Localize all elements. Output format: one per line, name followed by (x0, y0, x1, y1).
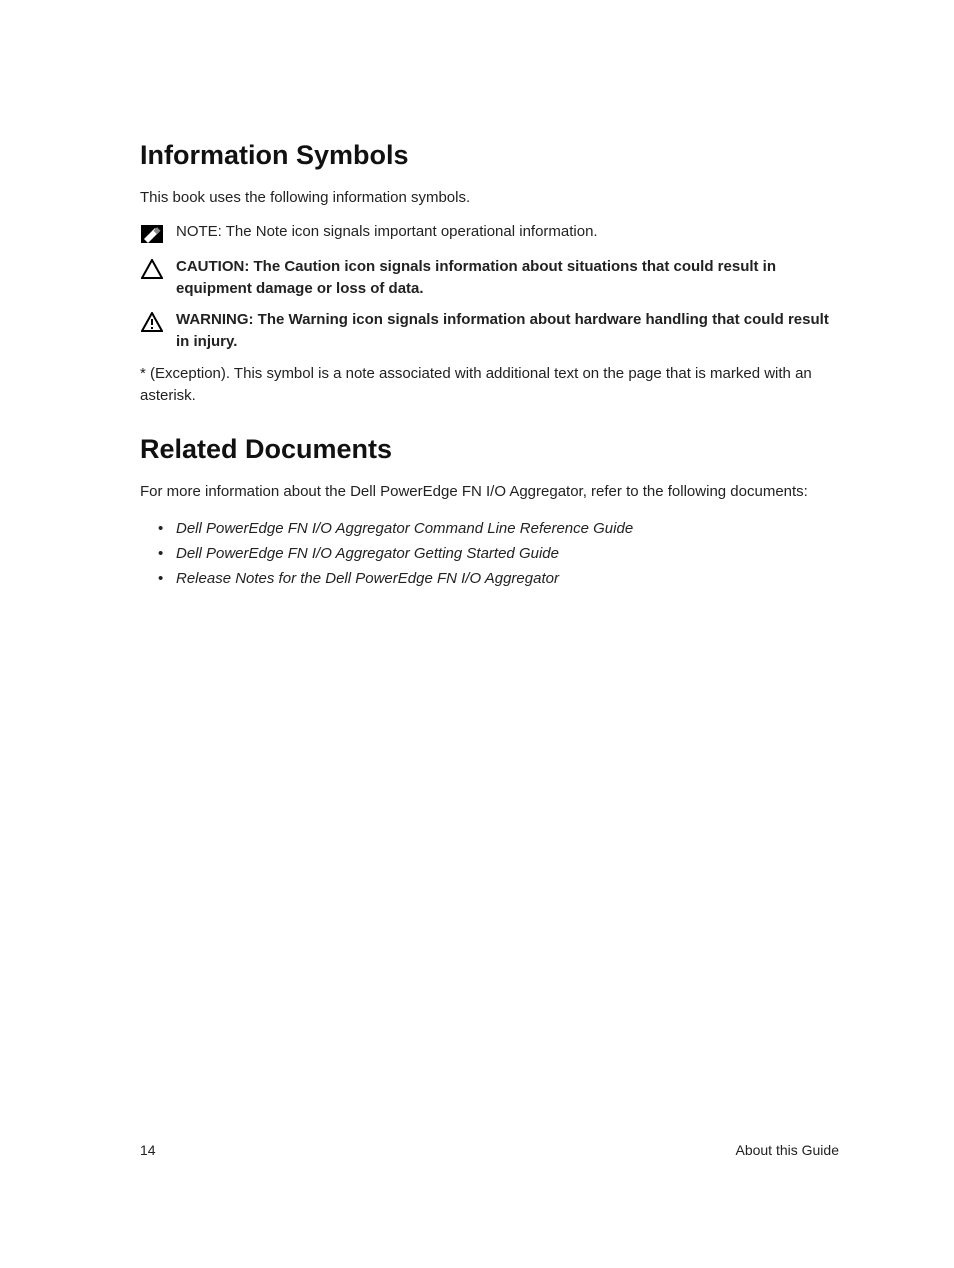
list-item: Dell PowerEdge FN I/O Aggregator Getting… (158, 542, 839, 567)
note-body: The Note icon signals important operatio… (226, 223, 598, 240)
warning-label: WARNING: (176, 311, 258, 328)
list-item: Dell PowerEdge FN I/O Aggregator Command… (158, 517, 839, 542)
warning-row: WARNING: The Warning icon signals inform… (140, 309, 839, 353)
caution-row: CAUTION: The Caution icon signals inform… (140, 256, 839, 300)
note-text: NOTE: The Note icon signals important op… (176, 221, 839, 243)
caution-label: CAUTION: (176, 258, 254, 275)
intro-text: This book uses the following information… (140, 187, 839, 209)
warning-body: The Warning icon signals information abo… (176, 311, 829, 350)
caution-body: The Caution icon signals information abo… (176, 258, 776, 297)
heading-information-symbols: Information Symbols (140, 140, 839, 171)
warning-text: WARNING: The Warning icon signals inform… (176, 309, 839, 353)
related-docs-list: Dell PowerEdge FN I/O Aggregator Command… (140, 517, 839, 591)
heading-related-documents: Related Documents (140, 434, 839, 465)
caution-text: CAUTION: The Caution icon signals inform… (176, 256, 839, 300)
note-icon (140, 222, 164, 246)
caution-icon (140, 257, 164, 281)
related-intro: For more information about the Dell Powe… (140, 481, 839, 503)
page-content: Information Symbols This book uses the f… (0, 0, 954, 591)
warning-icon (140, 310, 164, 334)
note-row: NOTE: The Note icon signals important op… (140, 221, 839, 246)
footer-title: About this Guide (735, 1142, 839, 1158)
exception-text: * (Exception). This symbol is a note ass… (140, 363, 839, 407)
page-number: 14 (140, 1142, 156, 1158)
note-label: NOTE: (176, 223, 226, 240)
page-footer: 14 About this Guide (140, 1142, 839, 1158)
list-item: Release Notes for the Dell PowerEdge FN … (158, 567, 839, 592)
